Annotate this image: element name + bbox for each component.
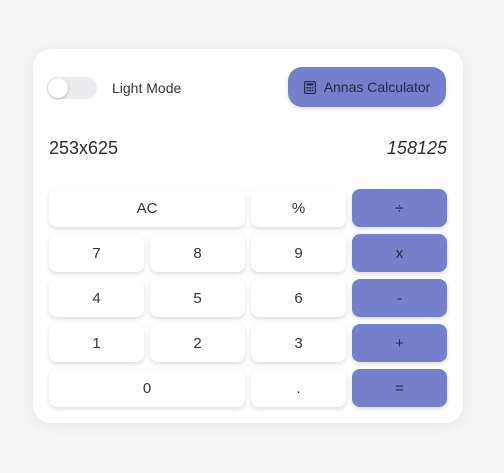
key-8[interactable]: 8	[150, 234, 245, 272]
key-7[interactable]: 7	[49, 234, 144, 272]
key-9[interactable]: 9	[251, 234, 346, 272]
key-decimal[interactable]: .	[251, 369, 346, 407]
key-0[interactable]: 0	[49, 369, 245, 407]
key-2[interactable]: 2	[150, 324, 245, 362]
mode-label: Light Mode	[112, 80, 182, 96]
result-display: 158125	[386, 138, 447, 158]
key-percent[interactable]: %	[251, 189, 346, 227]
key-5[interactable]: 5	[150, 279, 245, 317]
keypad: AC % ÷ 7 8 9 x 4 5 6 - 1 2 3 + 0 . =	[49, 189, 447, 407]
title-label: Annas Calculator	[323, 79, 431, 95]
calculator-card: Light Mode Annas Calculator 253x625 1581…	[33, 49, 463, 423]
key-minus[interactable]: -	[352, 279, 447, 317]
calculator-title-button[interactable]: Annas Calculator	[288, 67, 446, 107]
calculator-icon	[303, 80, 316, 94]
key-6[interactable]: 6	[251, 279, 346, 317]
expression-display: 253x625	[49, 138, 119, 158]
key-equals[interactable]: =	[352, 369, 447, 407]
toggle-knob[interactable]	[48, 78, 68, 98]
theme-toggle[interactable]	[47, 77, 97, 99]
key-plus[interactable]: +	[352, 324, 447, 362]
key-1[interactable]: 1	[49, 324, 144, 362]
key-3[interactable]: 3	[251, 324, 346, 362]
key-divide[interactable]: ÷	[352, 189, 447, 227]
key-clear[interactable]: AC	[49, 189, 245, 227]
key-4[interactable]: 4	[49, 279, 144, 317]
key-multiply[interactable]: x	[352, 234, 447, 272]
